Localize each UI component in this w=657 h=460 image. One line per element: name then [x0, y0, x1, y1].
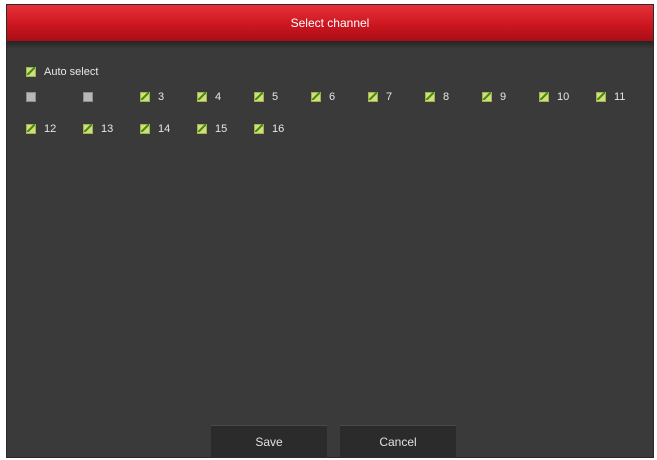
channel-checkbox-13[interactable]: 13	[83, 122, 113, 136]
channel-label: 10	[557, 91, 570, 103]
channel-check-icon[interactable]	[311, 92, 321, 102]
channel-checkbox-2[interactable]	[83, 90, 101, 104]
channel-checkbox-14[interactable]: 14	[140, 122, 170, 136]
channel-checkbox-10[interactable]: 10	[539, 90, 569, 104]
channel-checkbox-16[interactable]: 16	[254, 122, 284, 136]
channel-checkbox-8[interactable]: 8	[425, 90, 449, 104]
channel-label: 8	[443, 91, 450, 103]
save-button[interactable]: Save	[211, 425, 327, 458]
channel-check-icon[interactable]	[254, 92, 264, 102]
channel-checkbox-12[interactable]: 12	[26, 122, 56, 136]
channel-label: 13	[101, 123, 114, 135]
auto-select-checkbox[interactable]: Auto select	[26, 64, 98, 80]
channel-label: 11	[614, 91, 626, 103]
select-channel-dialog: Select channel Auto select 3 4 5 6 7 8 9 10 11 12…	[6, 4, 654, 458]
channel-check-icon[interactable]	[140, 92, 150, 102]
channel-check-icon[interactable]	[83, 124, 93, 134]
channel-label: 5	[272, 91, 279, 103]
channel-check-icon[interactable]	[140, 124, 150, 134]
channel-check-icon[interactable]	[596, 92, 606, 102]
channel-label: 16	[272, 123, 285, 135]
channel-check-icon[interactable]	[425, 92, 435, 102]
dialog-title: Select channel	[290, 16, 370, 30]
cancel-button[interactable]: Cancel	[340, 425, 456, 458]
channel-label: 7	[386, 91, 393, 103]
channel-label: 9	[500, 91, 507, 103]
channel-checkbox-9[interactable]: 9	[482, 90, 506, 104]
channel-checkbox-11[interactable]: 11	[596, 90, 625, 104]
channel-checkbox-4[interactable]: 4	[197, 90, 221, 104]
channel-label: 6	[329, 91, 336, 103]
auto-select-label: Auto select	[44, 66, 99, 78]
channel-label: 12	[44, 123, 57, 135]
channel-check-icon[interactable]	[83, 92, 93, 102]
channel-check-icon[interactable]	[26, 92, 36, 102]
channel-label: 3	[158, 91, 165, 103]
channel-checkbox-5[interactable]: 5	[254, 90, 278, 104]
channel-checkbox-3[interactable]: 3	[140, 90, 164, 104]
channel-check-icon[interactable]	[482, 92, 492, 102]
channel-check-icon[interactable]	[368, 92, 378, 102]
channel-label: 15	[215, 123, 228, 135]
channel-check-icon[interactable]	[197, 92, 207, 102]
channel-checkbox-6[interactable]: 6	[311, 90, 335, 104]
channel-checkbox-7[interactable]: 7	[368, 90, 392, 104]
dialog-title-bar: Select channel	[7, 5, 653, 41]
channel-check-icon[interactable]	[197, 124, 207, 134]
title-bar-shadow	[7, 41, 653, 49]
channel-check-icon[interactable]	[539, 92, 549, 102]
channel-label: 14	[158, 123, 171, 135]
auto-select-check-icon[interactable]	[26, 67, 36, 77]
channel-check-icon[interactable]	[254, 124, 264, 134]
channel-label: 4	[215, 91, 222, 103]
channel-checkbox-1[interactable]	[26, 90, 44, 104]
channel-checkbox-15[interactable]: 15	[197, 122, 227, 136]
channel-check-icon[interactable]	[26, 124, 36, 134]
